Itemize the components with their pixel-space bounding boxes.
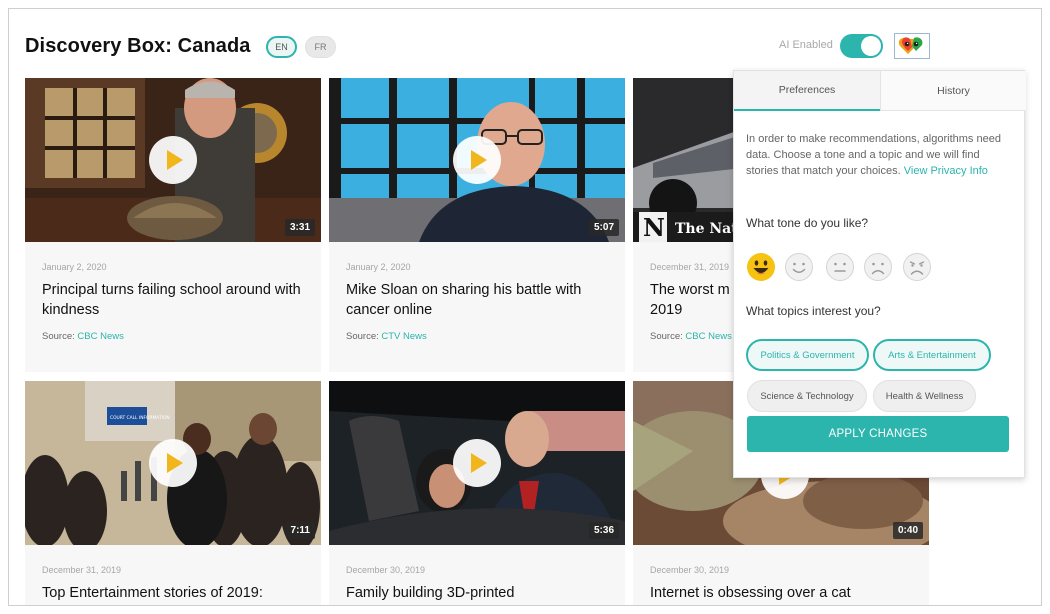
topics-question: What topics interest you? — [746, 304, 881, 318]
topic-politics-government[interactable]: Politics & Government — [746, 339, 869, 371]
svg-text:N: N — [643, 213, 665, 242]
sad-emoji-icon[interactable] — [863, 252, 893, 282]
play-button[interactable] — [149, 136, 197, 184]
play-button[interactable] — [453, 439, 501, 487]
language-en-button[interactable]: EN — [266, 36, 297, 58]
video-duration: 5:07 — [588, 219, 619, 236]
story-source: Source: CBC News — [42, 331, 124, 342]
story-date: December 30, 2019 — [346, 565, 426, 575]
source-label: Source: — [650, 331, 683, 342]
story-title[interactable]: Internet is obsessing over a cat — [650, 583, 920, 603]
source-link[interactable]: CBC News — [685, 331, 731, 342]
thumbnail-text: COURT CALL INFORMATION — [110, 415, 170, 421]
play-icon — [471, 453, 487, 473]
play-icon — [167, 150, 183, 170]
story-date: December 31, 2019 — [650, 262, 730, 272]
story-title[interactable]: Principal turns failing school around wi… — [42, 280, 312, 320]
bald-man-interview-image[interactable]: 5:07 — [329, 78, 625, 242]
source-label: Source: — [346, 331, 379, 342]
story-title[interactable]: Family building 3D-printed — [346, 583, 616, 603]
source-link[interactable]: CTV News — [381, 331, 426, 342]
story-card[interactable]: 5:36 December 30, 2019 Family building 3… — [329, 381, 625, 605]
tab-history[interactable]: History — [880, 71, 1026, 111]
play-icon — [167, 453, 183, 473]
play-button[interactable] — [453, 136, 501, 184]
preferences-panel: Preferences History In order to make rec… — [733, 70, 1026, 478]
language-fr-button[interactable]: FR — [305, 36, 336, 58]
story-source: Source: CTV News — [346, 331, 427, 342]
topic-arts-entertainment[interactable]: Arts & Entertainment — [873, 339, 991, 371]
story-date: January 2, 2020 — [346, 262, 411, 272]
video-duration: 5:36 — [588, 522, 619, 539]
apply-changes-button[interactable]: APPLY CHANGES — [747, 416, 1009, 452]
ai-enabled-label: AI Enabled — [779, 39, 833, 51]
neutral-emoji-icon[interactable] — [825, 252, 855, 282]
happy-emoji-icon[interactable] — [784, 252, 814, 282]
play-button[interactable] — [149, 439, 197, 487]
man-holding-tortoise-image[interactable]: 3:31 — [25, 78, 321, 242]
tone-question: What tone do you like? — [746, 216, 869, 230]
page-title: Discovery Box: Canada — [25, 35, 251, 57]
press-crowd-image[interactable]: COURT CALL INFORMATION 7:11 — [25, 381, 321, 545]
play-icon — [471, 150, 487, 170]
video-duration: 3:31 — [284, 219, 315, 236]
story-title[interactable]: Top Entertainment stories of 2019: — [42, 583, 312, 603]
story-card[interactable]: COURT CALL INFORMATION 7:11 December 31,… — [25, 381, 321, 605]
story-date: December 31, 2019 — [42, 565, 122, 575]
story-title[interactable]: Mike Sloan on sharing his battle with ca… — [346, 280, 616, 320]
tab-preferences[interactable]: Preferences — [734, 71, 880, 111]
thumbnail-text: The Nat — [675, 221, 738, 237]
topic-health-wellness[interactable]: Health & Wellness — [873, 380, 976, 412]
toggle-knob — [861, 36, 881, 56]
story-title[interactable]: The worst m 2019 — [650, 280, 730, 320]
app-logo[interactable] — [894, 33, 930, 59]
very-sad-emoji-icon[interactable] — [902, 252, 932, 282]
father-son-car-image[interactable]: 5:36 — [329, 381, 625, 545]
story-date: December 30, 2019 — [650, 565, 730, 575]
source-link[interactable]: CBC News — [77, 331, 123, 342]
story-card[interactable]: 3:31 January 2, 2020 Principal turns fai… — [25, 78, 321, 372]
video-duration: 0:40 — [892, 522, 923, 539]
discovery-box: Discovery Box: Canada EN FR AI Enabled 3… — [8, 8, 1042, 606]
source-label: Source: — [42, 331, 75, 342]
story-date: January 2, 2020 — [42, 262, 107, 272]
video-duration: 7:11 — [285, 522, 315, 539]
ai-toggle[interactable] — [840, 34, 883, 58]
topic-science-technology[interactable]: Science & Technology — [747, 380, 867, 412]
story-source: Source: CBC News — [650, 331, 732, 342]
privacy-link[interactable]: View Privacy Info — [904, 165, 988, 177]
very-happy-emoji-icon[interactable] — [746, 252, 776, 282]
intro-text: In order to make recommendations, algori… — [746, 131, 1008, 179]
story-card[interactable]: 5:07 January 2, 2020 Mike Sloan on shari… — [329, 78, 625, 372]
